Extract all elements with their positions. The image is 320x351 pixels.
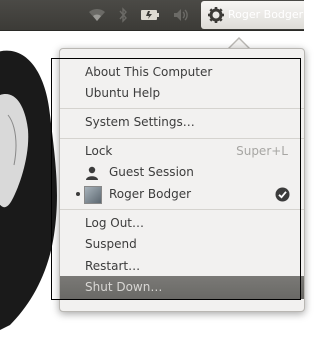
menu-item-about[interactable]: About This Computer <box>60 62 304 83</box>
lock-shortcut: Super+L <box>236 144 288 158</box>
menu-separator <box>60 108 304 109</box>
guest-session-label: Guest Session <box>109 165 194 179</box>
lock-label: Lock <box>85 144 113 158</box>
checkmark-icon <box>275 187 290 202</box>
menu-item-help[interactable]: Ubuntu Help <box>60 83 304 104</box>
menu-item-suspend[interactable]: Suspend <box>60 234 304 255</box>
battery-icon[interactable] <box>140 7 160 23</box>
menu-item-log-out[interactable]: Log Out… <box>60 213 304 234</box>
menu-item-guest-session[interactable]: Guest Session <box>60 162 304 183</box>
top-panel: Roger Bodger <box>0 0 304 30</box>
session-menu: About This Computer Ubuntu Help System S… <box>59 48 305 312</box>
menu-separator <box>60 209 304 210</box>
menu-item-restart[interactable]: Restart… <box>60 256 304 277</box>
bluetooth-icon[interactable] <box>118 7 128 23</box>
wifi-icon[interactable] <box>88 7 106 23</box>
menu-item-lock[interactable]: Lock Super+L <box>60 141 304 162</box>
user-icon <box>86 166 98 180</box>
volume-icon[interactable] <box>172 7 190 23</box>
panel-user-name: Roger Bodger <box>228 8 304 21</box>
active-user-dot <box>76 192 80 196</box>
current-user-label: Roger Bodger <box>109 187 192 201</box>
menu-item-shut-down[interactable]: Shut Down… <box>60 276 304 299</box>
menu-item-current-user[interactable]: Roger Bodger <box>60 184 304 205</box>
gear-icon <box>208 7 224 23</box>
menu-separator <box>60 138 304 139</box>
avatar <box>84 186 102 204</box>
menu-item-system-settings[interactable]: System Settings… <box>60 112 304 133</box>
session-menu-button[interactable]: Roger Bodger <box>201 1 304 29</box>
